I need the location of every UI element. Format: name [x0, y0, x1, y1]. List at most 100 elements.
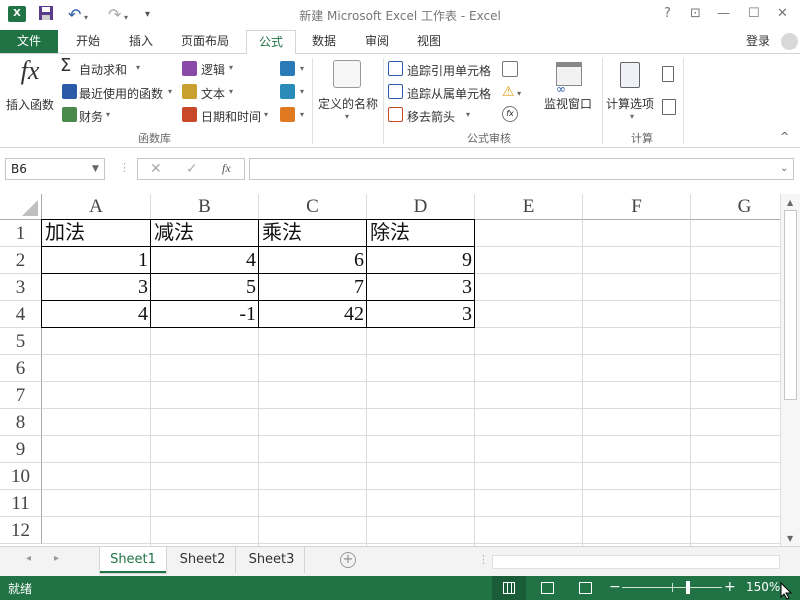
page-layout-view-icon[interactable]: [541, 582, 554, 594]
insert-function-icon[interactable]: fx: [222, 161, 231, 176]
recent-functions-button[interactable]: 最近使用的函数 ▾: [60, 82, 178, 102]
column-header-a[interactable]: A: [42, 194, 151, 220]
tab-home[interactable]: 开始: [64, 30, 112, 53]
error-checking-icon[interactable]: ⚠ ▾: [502, 84, 530, 102]
tab-formulas[interactable]: 公式: [246, 30, 296, 54]
maximize-button[interactable]: ☐: [748, 6, 760, 21]
enter-icon[interactable]: ✓: [186, 161, 198, 177]
trace-precedents-button[interactable]: 追踪引用单元格: [388, 59, 496, 79]
cancel-icon[interactable]: ✕: [150, 161, 162, 177]
calc-options-button[interactable]: 计算选项 ▾: [604, 58, 660, 126]
row-header-6[interactable]: 6: [0, 355, 42, 382]
column-header-e[interactable]: E: [475, 194, 583, 220]
cell-d4[interactable]: 3: [367, 301, 475, 328]
lookup-reference-button[interactable]: ▾: [280, 61, 308, 79]
sheet-tab-3[interactable]: Sheet3: [239, 547, 305, 573]
row-header-2[interactable]: 2: [0, 247, 42, 274]
cell-a2[interactable]: 1: [42, 247, 151, 274]
formula-input[interactable]: ⌄: [249, 158, 794, 180]
account-icon[interactable]: [781, 33, 798, 50]
cell-c4[interactable]: 42: [259, 301, 367, 328]
help-button[interactable]: ?: [664, 6, 671, 21]
zoom-slider[interactable]: [622, 581, 722, 594]
zoom-level[interactable]: 150%: [746, 580, 780, 594]
login-link[interactable]: 登录: [738, 30, 778, 53]
watch-window-button[interactable]: ∞ 监视窗口: [540, 58, 600, 126]
tab-data[interactable]: 数据: [302, 30, 346, 53]
scroll-up-icon[interactable]: ▲: [787, 198, 793, 207]
defined-names-button[interactable]: 定义的名称 ▾: [316, 58, 380, 126]
tab-page-layout[interactable]: 页面布局: [170, 30, 240, 53]
datetime-button[interactable]: 日期和时间 ▾: [182, 105, 272, 125]
row-header-9[interactable]: 9: [0, 436, 42, 463]
more-functions-button[interactable]: ▾: [280, 107, 308, 125]
autosum-button[interactable]: Σ 自动求和 ▾: [60, 55, 160, 79]
calculate-now-icon[interactable]: [662, 66, 674, 82]
cell-d3[interactable]: 3: [367, 274, 475, 301]
row-header-5[interactable]: 5: [0, 328, 42, 355]
finance-button[interactable]: 财务 ▾: [60, 105, 120, 125]
cell-b2[interactable]: 4: [151, 247, 259, 274]
row-header-12[interactable]: 12: [0, 517, 42, 544]
trace-dependents-button[interactable]: 追踪从属单元格: [388, 82, 496, 102]
scroll-down-icon[interactable]: ▼: [787, 534, 793, 543]
close-button[interactable]: ✕: [777, 6, 788, 21]
cell-b1[interactable]: 减法: [151, 220, 259, 247]
remove-arrows-label: 移去箭头: [407, 110, 456, 124]
calculate-sheet-icon[interactable]: [662, 99, 676, 115]
cell-b4[interactable]: -1: [151, 301, 259, 328]
row-header-10[interactable]: 10: [0, 463, 42, 490]
zoom-slider-thumb[interactable]: [686, 581, 690, 594]
add-sheet-icon[interactable]: +: [340, 552, 356, 568]
minimize-button[interactable]: —: [717, 6, 730, 21]
evaluate-formula-icon[interactable]: fx: [502, 106, 518, 122]
remove-arrows-button[interactable]: 移去箭头 ▾: [388, 105, 478, 125]
show-formulas-icon[interactable]: [502, 61, 518, 77]
row-header-4[interactable]: 4: [0, 301, 42, 328]
column-header-d[interactable]: D: [367, 194, 475, 220]
cell-d2[interactable]: 9: [367, 247, 475, 274]
horizontal-scrollbar[interactable]: [492, 555, 780, 569]
tab-file[interactable]: 文件: [0, 30, 58, 53]
tab-insert[interactable]: 插入: [118, 30, 164, 53]
cell-a4[interactable]: 4: [42, 301, 151, 328]
collapse-ribbon-icon[interactable]: ^: [780, 130, 789, 143]
cell-d1[interactable]: 除法: [367, 220, 475, 247]
cell-a1[interactable]: 加法: [42, 220, 151, 247]
worksheet-grid[interactable]: A B C D E F G 1 2 3 4 5 6 7 8 9 10 11 12 加法 减法 乘法 除法 1 4 6 9 3 5 7 3 4-…: [0, 194, 800, 546]
row-header-7[interactable]: 7: [0, 382, 42, 409]
cell-c2[interactable]: 6: [259, 247, 367, 274]
expand-formula-icon[interactable]: ⌄: [780, 163, 788, 174]
row-header-8[interactable]: 8: [0, 409, 42, 436]
name-box[interactable]: B6 ▼: [5, 158, 105, 180]
sheet-tab-1[interactable]: Sheet1: [100, 547, 166, 573]
normal-view-button[interactable]: [492, 576, 526, 600]
column-header-b[interactable]: B: [151, 194, 259, 220]
page-break-view-icon[interactable]: [579, 582, 592, 594]
math-trig-button[interactable]: ▾: [280, 84, 308, 102]
row-header-1[interactable]: 1: [0, 220, 42, 247]
sheet-scroll-right-icon[interactable]: ▸: [54, 553, 59, 564]
text-button[interactable]: 文本 ▾: [182, 82, 242, 102]
tab-view[interactable]: 视图: [406, 30, 452, 53]
cell-c1[interactable]: 乘法: [259, 220, 367, 247]
tab-split-handle[interactable]: ⋮: [478, 553, 489, 566]
cell-c3[interactable]: 7: [259, 274, 367, 301]
row-header-3[interactable]: 3: [0, 274, 42, 301]
sheet-scroll-left-icon[interactable]: ◂: [26, 553, 31, 564]
sheet-tab-2[interactable]: Sheet2: [170, 547, 236, 573]
logic-button[interactable]: 逻辑 ▾: [182, 59, 242, 79]
vertical-scrollbar[interactable]: ▲ ▼: [780, 194, 800, 546]
column-header-f[interactable]: F: [583, 194, 691, 220]
zoom-out-button[interactable]: −: [609, 579, 621, 595]
ribbon-display-button[interactable]: ⊡: [690, 6, 701, 21]
select-all-corner[interactable]: [0, 194, 42, 220]
tab-review[interactable]: 审阅: [354, 30, 400, 53]
column-header-c[interactable]: C: [259, 194, 367, 220]
insert-function-button[interactable]: fx 插入函数: [4, 56, 56, 116]
vertical-scroll-thumb[interactable]: [784, 210, 797, 400]
cell-a3[interactable]: 3: [42, 274, 151, 301]
zoom-in-button[interactable]: +: [724, 579, 736, 595]
cell-b3[interactable]: 5: [151, 274, 259, 301]
row-header-11[interactable]: 11: [0, 490, 42, 517]
